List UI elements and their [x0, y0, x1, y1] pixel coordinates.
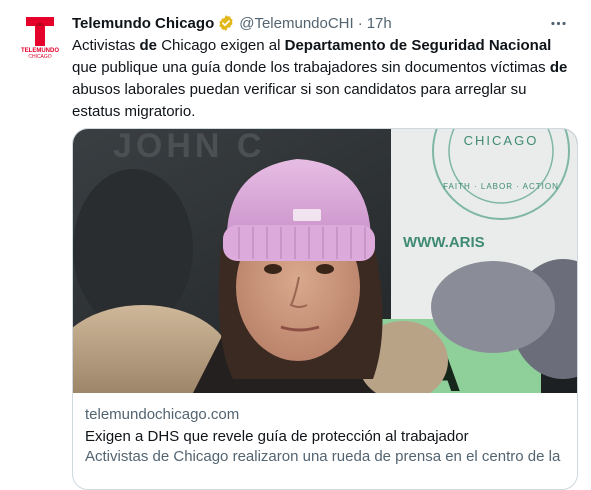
tweet-text-part: abusos laborales puedan verificar si son… — [72, 81, 527, 120]
verified-badge-icon — [217, 14, 235, 32]
tweet-text-part: que publique una guía donde los trabajad… — [72, 59, 550, 76]
card-description: Activistas de Chicago realizaron una rue… — [85, 448, 561, 465]
avatar[interactable]: TELEMUNDO CHICAGO — [16, 12, 64, 60]
telemundo-logo-icon: TELEMUNDO CHICAGO — [21, 17, 59, 60]
display-name[interactable]: Telemundo Chicago — [72, 15, 214, 32]
card-meta: telemundochicago.com Exigen a DHS que re… — [73, 393, 577, 467]
tweet-text-bold: de — [139, 37, 158, 54]
tweet-text-part: Chicago exigen al — [157, 37, 285, 54]
card-domain[interactable]: telemundochicago.com — [85, 405, 565, 425]
tweet: TELEMUNDO CHICAGO Telemundo Chicago @Tel… — [0, 0, 591, 490]
tweet-text-part: Activistas — [72, 37, 140, 54]
card-image[interactable]: JOHN C CHICAGO FAITH · LABOR · ACTION WW… — [73, 129, 577, 393]
separator-dot: · — [357, 14, 363, 32]
background-sign-text: JOHN C — [113, 129, 265, 165]
timestamp[interactable]: 17h — [367, 15, 392, 32]
logo-t-shape — [26, 17, 54, 46]
sign-url-text: WWW.ARIS — [403, 234, 485, 251]
tweet-header: Telemundo Chicago @TelemundoCHI · 17h — [72, 12, 575, 34]
sign-ring-text: FAITH · LABOR · ACTION — [443, 182, 559, 191]
tweet-text: Activistas de Chicago exigen al Departam… — [72, 35, 572, 123]
logo-wordmark-2: CHICAGO — [28, 54, 51, 60]
account-handle[interactable]: @TelemundoCHI — [239, 15, 353, 32]
sign-chicago-text: CHICAGO — [464, 133, 539, 148]
tweet-text-bold: Departamento de Seguridad Nacional — [284, 37, 552, 54]
more-horizontal-icon[interactable] — [545, 10, 571, 36]
card-title[interactable]: Exigen a DHS que revele guía de protecci… — [85, 427, 565, 447]
link-card[interactable]: JOHN C CHICAGO FAITH · LABOR · ACTION WW… — [72, 128, 578, 490]
tweet-text-bold: de — [549, 59, 568, 76]
